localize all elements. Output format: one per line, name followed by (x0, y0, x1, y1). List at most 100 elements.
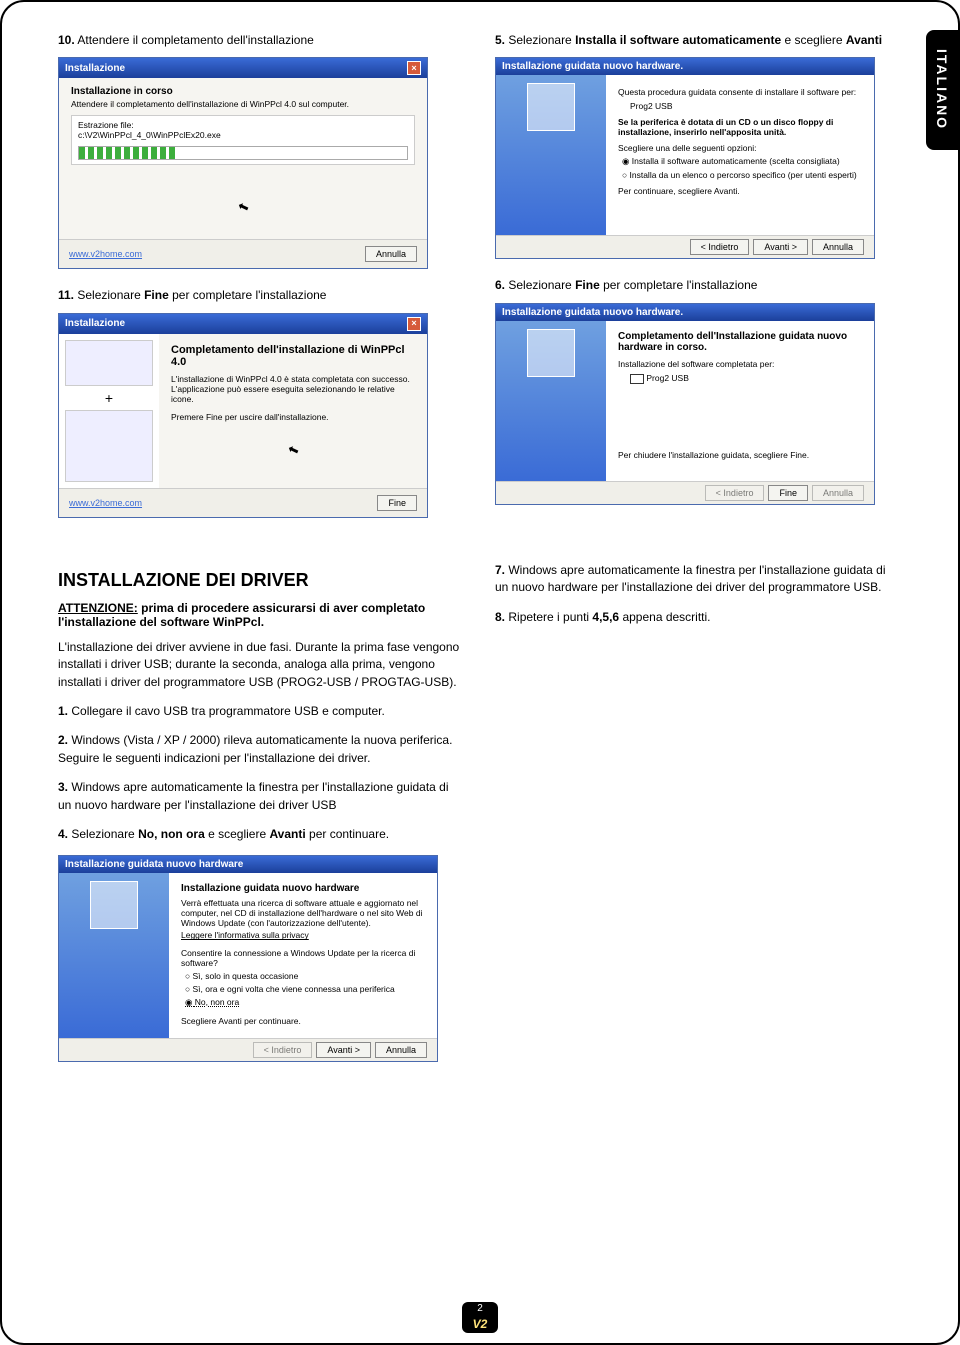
hw-cont: Per continuare, scegliere Avanti. (618, 186, 862, 196)
hw-wizard-options-window: Installazione guidata nuovo hardware. Qu… (495, 57, 875, 259)
section-heading: INSTALLAZIONE DEI DRIVER (58, 570, 465, 591)
t: per completare l'installazione (169, 288, 327, 302)
step-body: Attendere il completamento dell'installa… (77, 33, 313, 47)
next-button[interactable]: Avanti > (316, 1042, 371, 1058)
install-finish-window: Installazione × + Completamento dell'ins… (58, 313, 428, 518)
hw-cd-hint: Se la periferica è dotata di un CD o un … (618, 117, 862, 137)
driver-step-3: 3. Windows apre automaticamente la fines… (58, 779, 465, 814)
extraction-label: Estrazione file: (78, 120, 408, 130)
finish-headline: Completamento dell'installazione di WinP… (171, 344, 415, 368)
t: Selezionare (508, 33, 575, 47)
window-body: Installazione guidata nuovo hardware Ver… (59, 873, 437, 1038)
vendor-link[interactable]: www.v2home.com (69, 249, 142, 259)
language-tab: ITALIANO (926, 30, 958, 150)
app-screenshot-icon (65, 410, 153, 482)
drivers-left: INSTALLAZIONE DEI DRIVER ATTENZIONE: pri… (58, 556, 465, 1063)
hw-choose: Scegliere una delle seguenti opzioni: (618, 143, 862, 153)
driver-step-7: 7. Windows apre automaticamente la fines… (495, 562, 902, 597)
window-body: Questa procedura guidata consente di ins… (496, 75, 874, 235)
t: per continuare. (306, 827, 389, 841)
driver-step-8: 8. Ripetere i punti 4,5,6 appena descrit… (495, 609, 902, 626)
page-badge: 2 V2 (462, 1302, 498, 1333)
t: Selezionare (71, 827, 138, 841)
step-body: Windows apre automaticamente la finestra… (58, 780, 449, 811)
back-button[interactable]: < Indietro (690, 239, 750, 255)
window-titlebar: Installazione guidata nuovo hardware. (496, 304, 874, 321)
step-num: 10. (58, 33, 75, 47)
hw-wizard-finish-window: Installazione guidata nuovo hardware. Co… (495, 303, 875, 505)
warning-line: ATTENZIONE: prima di procedere assicurar… (58, 601, 465, 629)
warning-label: ATTENZIONE: (58, 601, 138, 615)
row-2: INSTALLAZIONE DEI DRIVER ATTENZIONE: pri… (58, 556, 902, 1063)
hw3-question: Consentire la connessione a Windows Upda… (181, 948, 425, 968)
cancel-button[interactable]: Annulla (812, 239, 864, 255)
hw2-device: Prog2 USB (630, 373, 862, 384)
window-footer: < IndietroAvanti >Annulla (59, 1038, 437, 1061)
window-titlebar: Installazione × (59, 314, 427, 334)
step-num: 3. (58, 780, 68, 794)
radio-auto[interactable]: Installa il software automaticamente (sc… (622, 156, 862, 167)
hardware-icon (527, 329, 575, 377)
usb-icon (630, 374, 644, 384)
t: Ripetere i punti (508, 610, 592, 624)
drivers-intro: L'installazione dei driver avviene in du… (58, 639, 465, 691)
hardware-icon (527, 83, 575, 131)
step-10-text: 10. Attendere il completamento dell'inst… (58, 32, 465, 49)
hw-device: Prog2 USB (630, 101, 862, 111)
t: Selezionare (77, 288, 144, 302)
radio-specific[interactable]: Installa da un elenco o percorso specifi… (622, 170, 862, 180)
step-10: 10. Attendere il completamento dell'inst… (58, 32, 465, 269)
close-icon[interactable]: × (407, 317, 421, 331)
window-titlebar: Installazione × (59, 58, 427, 78)
brand-logo: V2 (462, 1315, 498, 1333)
step-num: 2. (58, 733, 68, 747)
privacy-link[interactable]: Leggere l'informativa sulla privacy (181, 930, 425, 940)
window-body: Installazione in corso Attendere il comp… (59, 78, 427, 239)
b: Fine (144, 288, 169, 302)
radio-yes-always[interactable]: Sì, ora e ogni volta che viene connessa … (185, 984, 425, 994)
b: 4,5,6 (592, 610, 619, 624)
window-footer: www.v2home.com Fine (59, 488, 427, 517)
hw2-close-hint: Per chiudere l'installazione guidata, sc… (618, 450, 862, 460)
vendor-link[interactable]: www.v2home.com (69, 498, 142, 508)
finish-button[interactable]: Fine (377, 495, 417, 511)
window-title: Installazione (65, 63, 125, 74)
driver-step-1: 1. Collegare il cavo USB tra programmato… (58, 703, 465, 720)
hw2-done-for: Installazione del software completata pe… (618, 359, 862, 369)
window-title: Installazione (65, 318, 125, 329)
install-subtitle: Installazione in corso (71, 86, 415, 97)
step-num: 7. (495, 563, 505, 577)
driver-step-2: 2. Windows (Vista / XP / 2000) rileva au… (58, 732, 465, 767)
hw-desc: Questa procedura guidata consente di ins… (618, 87, 862, 97)
wizard-sidebar (59, 873, 169, 1038)
hardware-icon (90, 881, 138, 929)
hw2-headline: Completamento dell'Installazione guidata… (618, 331, 862, 353)
step-11-text: 11. Selezionare Fine per completare l'in… (58, 287, 465, 304)
next-button[interactable]: Avanti > (753, 239, 808, 255)
step-body: Windows (Vista / XP / 2000) rileva autom… (58, 733, 452, 764)
finish-button[interactable]: Fine (768, 485, 808, 501)
b: Installa il software automaticamente (575, 33, 781, 47)
window-footer: www.v2home.com Annulla (59, 239, 427, 268)
cancel-button[interactable]: Annulla (375, 1042, 427, 1058)
wizard-sidebar (496, 321, 606, 481)
progress-bar (78, 146, 408, 160)
step-6: 6. Selezionare Fine per completare l'ins… (495, 277, 902, 504)
t: per completare l'installazione (600, 278, 758, 292)
close-icon[interactable]: × (407, 61, 421, 75)
finish-line2: Premere Fine per uscire dall'installazio… (171, 412, 415, 422)
drivers-right: 7. Windows apre automaticamente la fines… (495, 556, 902, 1063)
cancel-button[interactable]: Annulla (365, 246, 417, 262)
driver-step-4: 4. Selezionare No, non ora e scegliere A… (58, 826, 465, 843)
device-image-icon (65, 340, 153, 386)
t: Selezionare (508, 278, 575, 292)
hw3-headline: Installazione guidata nuovo hardware (181, 883, 425, 894)
radio-yes-once[interactable]: Sì, solo in questa occasione (185, 971, 425, 981)
hw-wizard-update-window: Installazione guidata nuovo hardware Ins… (58, 855, 438, 1062)
window-footer: < IndietroFineAnnulla (496, 481, 874, 504)
t: e scegliere (781, 33, 846, 47)
radio-no[interactable]: No, non ora (185, 997, 425, 1008)
plus-icon: + (65, 390, 153, 406)
step-num: 5. (495, 33, 505, 47)
finish-line1: L'installazione di WinPPcl 4.0 è stata c… (171, 374, 415, 404)
